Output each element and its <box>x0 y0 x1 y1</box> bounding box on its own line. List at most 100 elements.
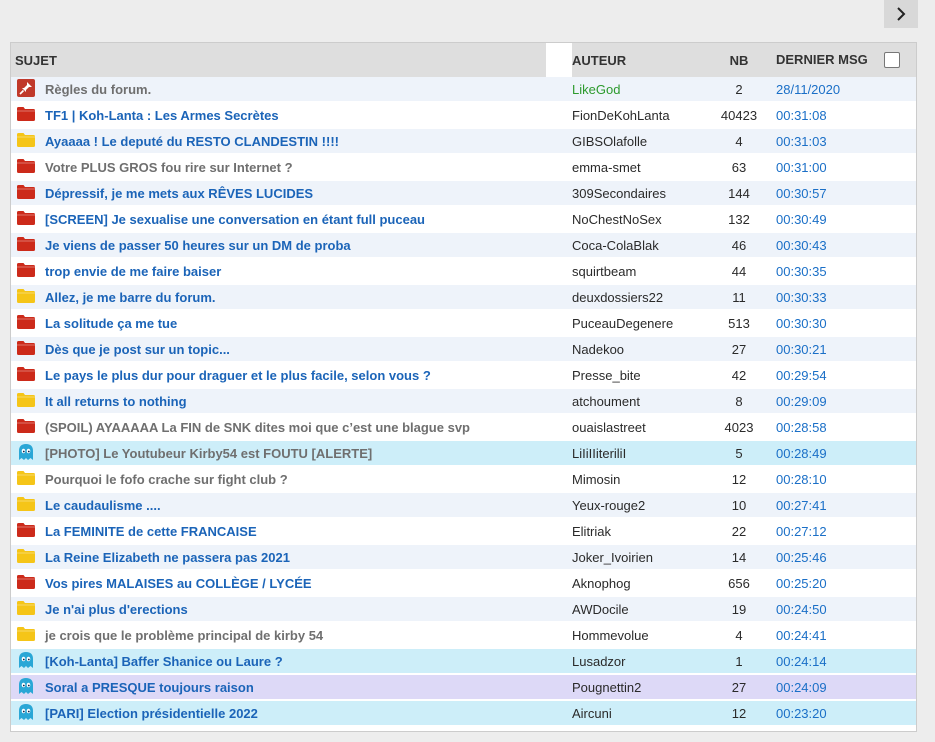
yellow-folder-icon <box>17 548 35 566</box>
last-message-link[interactable]: 00:24:09 <box>776 680 827 695</box>
topic-subject-link[interactable]: Règles du forum. <box>45 82 151 97</box>
topic-author-link[interactable]: Elitriak <box>572 524 611 539</box>
topic-subject-link[interactable]: Je n'ai plus d'erections <box>45 602 188 617</box>
last-message-link[interactable]: 00:29:54 <box>776 368 827 383</box>
topic-author-link[interactable]: Lusadzor <box>572 654 625 669</box>
topic-last-message-cell: 00:31:00 <box>771 155 916 181</box>
select-all-checkbox[interactable] <box>883 52 900 69</box>
last-message-link[interactable]: 00:30:57 <box>776 186 827 201</box>
topic-subject-link[interactable]: Votre PLUS GROS fou rire sur Internet ? <box>45 160 293 175</box>
topic-author-link[interactable]: GIBSOlafolle <box>572 134 647 149</box>
next-page-button[interactable] <box>884 0 918 28</box>
topic-message-count: 513 <box>707 311 771 337</box>
topic-subject-link[interactable]: La Reine Elizabeth ne passera pas 2021 <box>45 550 290 565</box>
topic-subject-link[interactable]: je crois que le problème principal de ki… <box>45 628 323 643</box>
topic-subject-link[interactable]: TF1 | Koh-Lanta : Les Armes Secrètes <box>45 108 279 123</box>
last-message-link[interactable]: 00:30:35 <box>776 264 827 279</box>
last-message-link[interactable]: 00:30:21 <box>776 342 827 357</box>
last-message-link[interactable]: 00:24:41 <box>776 628 827 643</box>
topic-subject-link[interactable]: [PARI] Election présidentielle 2022 <box>45 706 258 721</box>
topic-author-link[interactable]: LiIiIIiteriliI <box>572 446 626 461</box>
last-message-link[interactable]: 00:31:08 <box>776 108 827 123</box>
topic-author-link[interactable]: Mimosin <box>572 472 620 487</box>
topic-author-link[interactable]: 309Secondaires <box>572 186 666 201</box>
topic-subject-link[interactable]: trop envie de me faire baiser <box>45 264 221 279</box>
topic-subject-cell: Je viens de passer 50 heures sur un DM d… <box>41 233 572 259</box>
topic-author-link[interactable]: squirtbeam <box>572 264 636 279</box>
yellow-folder-icon <box>17 288 35 306</box>
last-message-link[interactable]: 00:27:12 <box>776 524 827 539</box>
topic-last-message-cell: 00:31:03 <box>771 129 916 155</box>
last-message-link[interactable]: 00:30:33 <box>776 290 827 305</box>
last-message-link[interactable]: 00:28:10 <box>776 472 827 487</box>
topic-subject-link[interactable]: [SCREEN] Je sexualise une conversation e… <box>45 212 425 227</box>
topic-author-link[interactable]: Pougnettin2 <box>572 680 641 695</box>
red-folder-icon <box>17 236 35 254</box>
last-message-link[interactable]: 00:25:46 <box>776 550 827 565</box>
topic-subject-link[interactable]: Soral a PRESQUE toujours raison <box>45 680 254 695</box>
topic-author-link[interactable]: deuxdossiers22 <box>572 290 663 305</box>
topic-subject-link[interactable]: La solitude ça me tue <box>45 316 177 331</box>
topic-author-link[interactable]: ouaislastreet <box>572 420 646 435</box>
topic-subject-link[interactable]: Vos pires MALAISES au COLLÈGE / LYCÉE <box>45 576 312 591</box>
topic-author-link[interactable]: emma-smet <box>572 160 641 175</box>
topic-subject-link[interactable]: Allez, je me barre du forum. <box>45 290 216 305</box>
last-message-link[interactable]: 00:25:20 <box>776 576 827 591</box>
topic-author-link[interactable]: Hommevolue <box>572 628 649 643</box>
last-message-link[interactable]: 00:30:43 <box>776 238 827 253</box>
topic-message-count: 4 <box>707 623 771 649</box>
last-message-link[interactable]: 00:28:58 <box>776 420 827 435</box>
last-message-link[interactable]: 00:31:03 <box>776 134 827 149</box>
topic-author-link[interactable]: Coca-ColaBlak <box>572 238 659 253</box>
last-message-link[interactable]: 00:27:41 <box>776 498 827 513</box>
red-folder-icon <box>17 262 35 280</box>
topic-author-link[interactable]: atchoument <box>572 394 640 409</box>
topic-subject-link[interactable]: It all returns to nothing <box>45 394 187 409</box>
last-message-link[interactable]: 00:30:30 <box>776 316 827 331</box>
topic-message-count: 12 <box>707 701 771 727</box>
message-count-value: 10 <box>731 497 747 513</box>
last-message-link[interactable]: 00:24:14 <box>776 654 827 669</box>
topic-author-link[interactable]: Presse_bite <box>572 368 641 383</box>
topic-author-link[interactable]: FionDeKohLanta <box>572 108 670 123</box>
topic-author-link[interactable]: Nadekoo <box>572 342 624 357</box>
topic-author-link[interactable]: NoChestNoSex <box>572 212 662 227</box>
topic-subject-link[interactable]: Dès que je post sur un topic... <box>45 342 230 357</box>
topic-subject-link[interactable]: Je viens de passer 50 heures sur un DM d… <box>45 238 351 253</box>
topic-subject-link[interactable]: Pourquoi le fofo crache sur fight club ? <box>45 472 288 487</box>
topic-author-link[interactable]: Yeux-rouge2 <box>572 498 645 513</box>
topic-author-link[interactable]: Joker_Ivoirien <box>572 550 653 565</box>
topic-subject-link[interactable]: Dépressif, je me mets aux RÊVES LUCIDES <box>45 186 313 201</box>
topic-author-link[interactable]: PuceauDegenere <box>572 316 673 331</box>
last-message-link[interactable]: 28/11/2020 <box>776 82 840 97</box>
ghost-icon <box>18 443 34 464</box>
topic-subject-link[interactable]: Ayaaaa ! Le deputé du RESTO CLANDESTIN !… <box>45 134 339 149</box>
topic-subject-link[interactable]: [PHOTO] Le Youtubeur Kirby54 est FOUTU [… <box>45 446 372 461</box>
last-message-link[interactable]: 00:28:49 <box>776 446 827 461</box>
table-row: Dès que je post sur un topic... Nadekoo 27… <box>11 337 916 363</box>
topic-author-link[interactable]: Aircuni <box>572 706 612 721</box>
topic-author-link[interactable]: AWDocile <box>572 602 629 617</box>
topic-subject-link[interactable]: Le pays le plus dur pour draguer et le p… <box>45 368 431 383</box>
topic-subject-link[interactable]: [Koh-Lanta] Baffer Shanice ou Laure ? <box>45 654 283 669</box>
topic-last-message-cell: 00:30:33 <box>771 285 916 311</box>
topic-icon-cell <box>11 233 41 259</box>
topic-subject-cell: [PHOTO] Le Youtubeur Kirby54 est FOUTU [… <box>41 441 572 467</box>
topic-icon-cell <box>11 129 41 155</box>
topic-author-link[interactable]: Aknophog <box>572 576 631 591</box>
topic-subject-link[interactable]: La FEMINITE de cette FRANCAISE <box>45 524 257 539</box>
message-count-value: 27 <box>731 679 747 695</box>
topic-subject-link[interactable]: (SPOIL) AYAAAAA La FIN de SNK dites moi … <box>45 420 470 435</box>
topic-icon-cell <box>11 493 41 519</box>
yellow-folder-icon <box>17 496 35 514</box>
last-message-link[interactable]: 00:23:20 <box>776 706 827 721</box>
last-message-link[interactable]: 00:24:50 <box>776 602 827 617</box>
topic-author-link[interactable]: LikeGod <box>572 82 620 97</box>
topic-message-count: 144 <box>707 181 771 207</box>
last-message-link[interactable]: 00:30:49 <box>776 212 827 227</box>
topic-last-message-cell: 00:27:41 <box>771 493 916 519</box>
topic-subject-link[interactable]: Le caudaulisme .... <box>45 498 161 513</box>
last-message-link[interactable]: 00:31:00 <box>776 160 827 175</box>
table-row: [PHOTO] Le Youtubeur Kirby54 est FOUTU [… <box>11 441 916 467</box>
last-message-link[interactable]: 00:29:09 <box>776 394 827 409</box>
